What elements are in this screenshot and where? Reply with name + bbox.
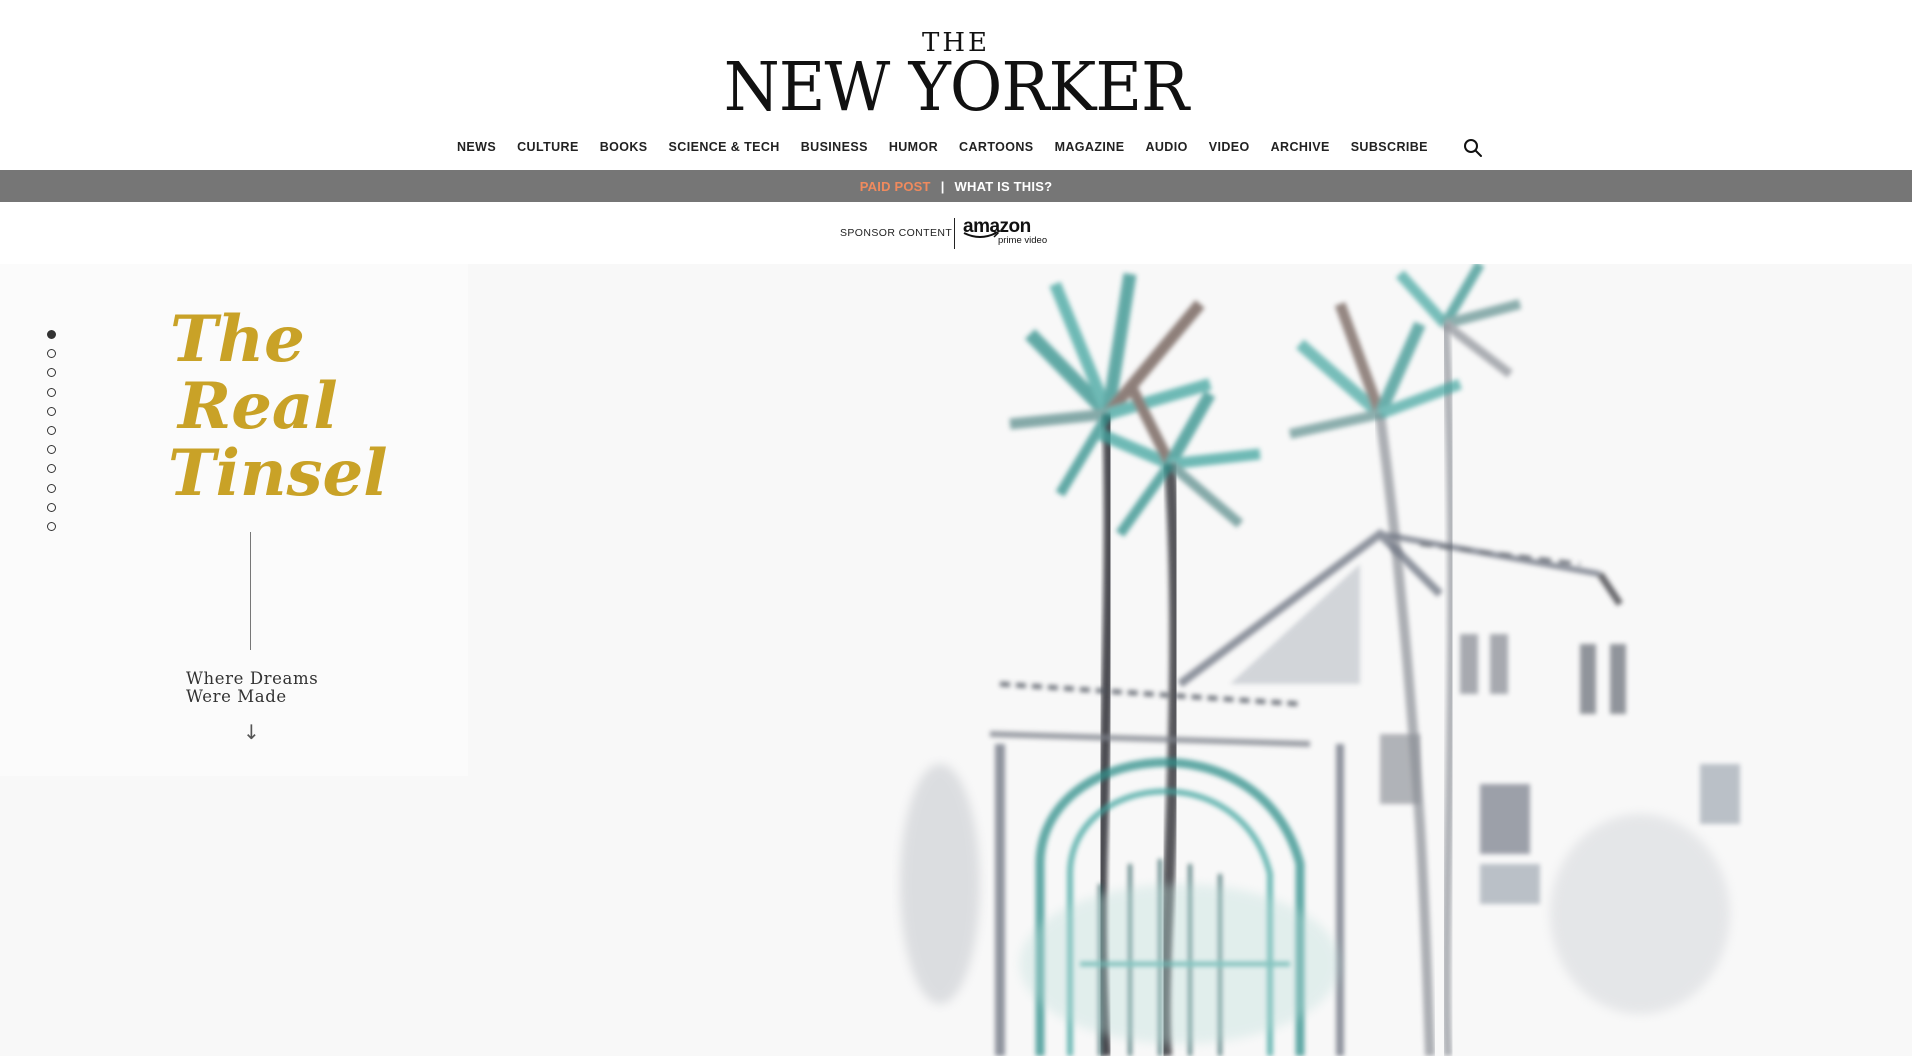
nav-business[interactable]: BUSINESS: [801, 140, 868, 154]
sponsor-label: SPONSOR CONTENT: [840, 227, 953, 239]
sponsor-divider: [954, 218, 955, 249]
masthead: THE NEW YORKER: [0, 0, 1912, 122]
section-dot-1[interactable]: [47, 330, 56, 339]
hero-title-line-2: Real: [178, 369, 338, 444]
section-dot-4[interactable]: [47, 387, 56, 397]
nav-books[interactable]: BOOKS: [600, 140, 648, 154]
logo-new-yorker[interactable]: NEW YORKER: [0, 54, 1912, 121]
search-icon[interactable]: [1462, 137, 1484, 159]
section-dot-10[interactable]: [47, 502, 56, 512]
hero-title-line-3: Tinsel: [168, 436, 388, 511]
amazon-smile-icon: [963, 230, 1000, 238]
hero-subtitle: Where Dreams Were Made: [186, 670, 318, 706]
nav-science-tech[interactable]: SCIENCE & TECH: [669, 140, 780, 154]
nav-news[interactable]: NEWS: [457, 140, 496, 154]
paid-separator: |: [940, 179, 945, 194]
sponsor-row: SPONSOR CONTENT amazon prime video: [0, 202, 1912, 264]
hero-subtitle-line-2: Were Made: [186, 687, 287, 706]
section-dot-3[interactable]: [47, 368, 56, 378]
prime-video-label: prime video: [998, 235, 1048, 246]
nav-archive[interactable]: ARCHIVE: [1271, 140, 1330, 154]
hero-title: The Real Tinsel: [168, 302, 388, 511]
paid-post-label: PAID POST: [859, 179, 931, 194]
section-dot-11[interactable]: [47, 521, 56, 531]
section-dot-9[interactable]: [47, 483, 56, 493]
paid-post-bar: PAID POST | WHAT IS THIS?: [0, 170, 1912, 202]
section-dot-5[interactable]: [47, 406, 56, 416]
nav-video[interactable]: VIDEO: [1209, 140, 1250, 154]
section-nav-dots: [47, 330, 56, 541]
section-dot-8[interactable]: [47, 464, 56, 474]
section-dot-6[interactable]: [47, 425, 56, 435]
hero-section: The Real Tinsel Where Dreams Were Made ↓: [0, 264, 1912, 1056]
nav-subscribe[interactable]: SUBSCRIBE: [1351, 140, 1428, 154]
what-is-this-link[interactable]: WHAT IS THIS?: [955, 179, 1053, 194]
nav-humor[interactable]: HUMOR: [889, 140, 938, 154]
hero-title-line-1: The: [170, 302, 305, 377]
section-dot-7[interactable]: [47, 445, 56, 455]
hero-subtitle-line-1: Where Dreams: [186, 669, 319, 688]
nav-items: NEWS CULTURE BOOKS SCIENCE & TECH BUSINE…: [410, 140, 1428, 154]
section-dot-2[interactable]: [47, 349, 56, 359]
main-nav: NEWS CULTURE BOOKS SCIENCE & TECH BUSINE…: [410, 132, 1500, 172]
nav-audio[interactable]: AUDIO: [1145, 140, 1187, 154]
watercolor-illustration: [900, 264, 1740, 1056]
title-divider-line: [250, 532, 251, 650]
scroll-down-arrow-icon[interactable]: ↓: [243, 720, 260, 744]
nav-culture[interactable]: CULTURE: [517, 140, 579, 154]
nav-cartoons[interactable]: CARTOONS: [959, 140, 1034, 154]
nav-magazine[interactable]: MAGAZINE: [1055, 140, 1125, 154]
